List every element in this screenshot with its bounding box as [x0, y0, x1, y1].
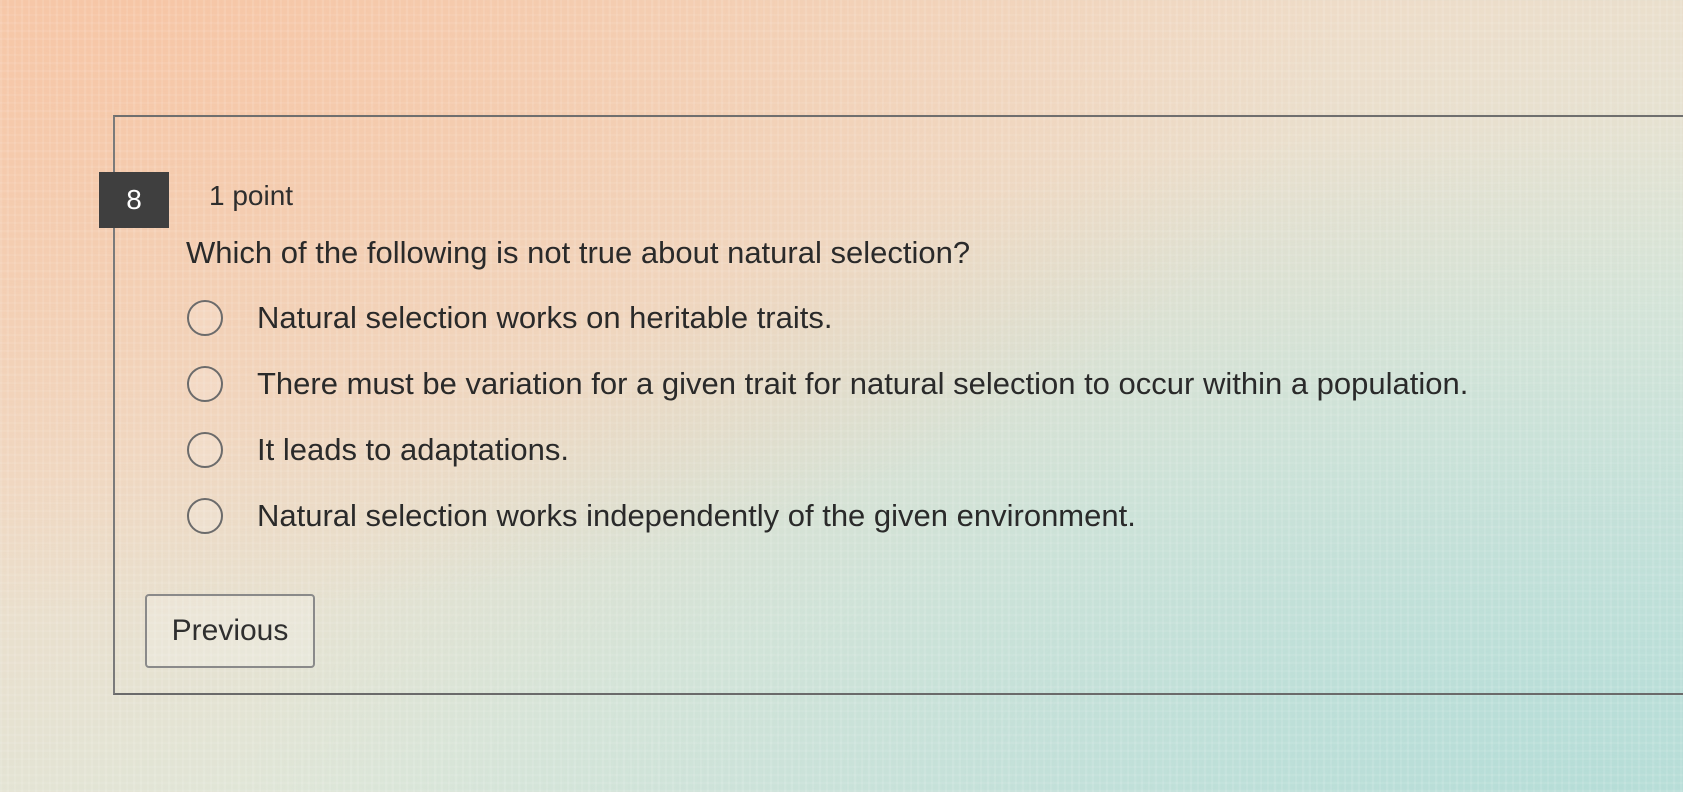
radio-button[interactable] [187, 300, 223, 336]
answer-option-1[interactable]: Natural selection works on heritable tra… [187, 285, 1468, 351]
question-text: Which of the following is not true about… [186, 235, 971, 270]
answer-option-label: Natural selection works on heritable tra… [257, 300, 833, 335]
answer-option-2[interactable]: There must be variation for a given trai… [187, 351, 1468, 417]
previous-button[interactable]: Previous [145, 594, 315, 668]
radio-button[interactable] [187, 432, 223, 468]
answer-option-label: It leads to adaptations. [257, 432, 569, 467]
question-number: 8 [126, 184, 142, 215]
question-number-badge: 8 [99, 172, 169, 228]
answer-option-label: Natural selection works independently of… [257, 498, 1136, 533]
radio-button[interactable] [187, 366, 223, 402]
radio-button[interactable] [187, 498, 223, 534]
answer-option-3[interactable]: It leads to adaptations. [187, 417, 1468, 483]
answer-options: Natural selection works on heritable tra… [187, 285, 1468, 549]
question-points: 1 point [209, 180, 294, 211]
answer-option-label: There must be variation for a given trai… [257, 366, 1469, 401]
answer-option-4[interactable]: Natural selection works independently of… [187, 483, 1468, 549]
